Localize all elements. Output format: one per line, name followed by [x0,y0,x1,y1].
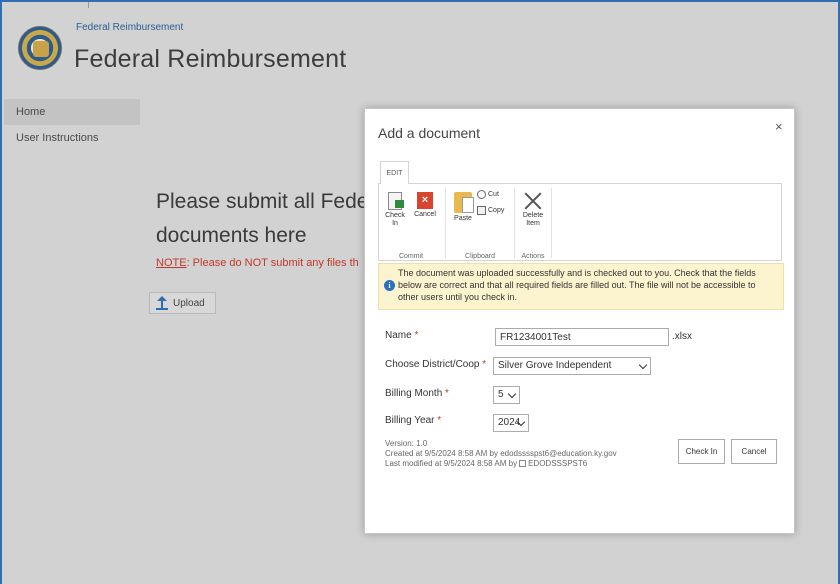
billing-month-select[interactable]: 5 [493,386,520,404]
ribbon-separator [514,188,515,258]
note-label: NOTE [156,257,187,269]
scissors-icon [477,190,486,199]
delete-item-ribbon-button[interactable]: Delete Item [520,192,546,228]
ribbon-separator [551,188,552,258]
ribbon-group-actions: Delete Item Actions [516,184,550,262]
check-in-icon [388,192,404,210]
status-info-bar: i The document was uploaded successfully… [378,263,784,310]
cancel-icon: × [417,192,433,209]
check-in-ribbon-button[interactable]: Check In [383,192,407,228]
billing-year-select[interactable]: 2024 [493,414,529,432]
chevron-down-icon [638,360,648,370]
upload-button[interactable]: Upload [149,292,216,314]
nav-item-user-instructions[interactable]: User Instructions [4,125,140,151]
copy-icon [477,206,486,215]
ribbon-group-label-commit: Commit [398,253,424,260]
chevron-down-icon [507,389,517,399]
name-label: Name * [385,330,419,341]
site-breadcrumb[interactable]: Federal Reimbursement [76,22,183,33]
paste-ribbon-button[interactable]: Paste [451,192,475,223]
info-message: The document was uploaded successfully a… [398,268,756,302]
district-select[interactable]: Silver Grove Independent [493,357,651,375]
delete-label-2: Item [526,220,540,227]
check-in-label-1: Check [385,212,405,219]
billing-month-value: 5 [498,389,504,400]
billing-month-label: Billing Month * [385,388,449,399]
ribbon: Check In × Cancel Commit Paste Cut Copy [378,183,782,261]
ribbon-group-label-clipboard: Clipboard [465,253,495,260]
note-text: NOTE: Please do NOT submit any files th [156,257,366,269]
paste-icon [454,192,474,213]
cancel-ribbon-label: Cancel [414,211,436,218]
info-icon: i [384,280,395,291]
name-input[interactable] [495,328,669,346]
ribbon-tab-edit[interactable]: EDIT [380,161,409,184]
modified-user-link[interactable]: EDODSSSPST6 [528,459,587,468]
created-text: Created at 9/5/2024 8:58 AM by edodssssp… [385,449,617,458]
page-heading-line2: documents here [156,224,307,247]
site-logo-icon[interactable] [18,26,62,70]
check-in-button[interactable]: Check In [678,439,725,464]
cut-ribbon-button[interactable]: Cut [477,190,499,199]
add-document-dialog: Add a document × EDIT Check In × Cancel … [364,108,795,534]
ribbon-group-label-actions: Actions [521,253,545,260]
paste-label: Paste [454,215,472,222]
page-heading-line1: Please submit all Fede [156,190,368,213]
document-metadata: Version: 1.0 Created at 9/5/2024 8:58 AM… [385,439,617,469]
ribbon-group-clipboard: Paste Cut Copy Clipboard [447,184,513,262]
cancel-button[interactable]: Cancel [731,439,777,464]
file-extension: .xlsx [672,331,692,342]
district-selected-value: Silver Grove Independent [498,360,612,371]
nav-item-home[interactable]: Home [4,99,140,125]
cut-label: Cut [488,191,499,198]
upload-arrow-icon [156,296,168,310]
cancel-ribbon-button[interactable]: × Cancel [411,192,439,219]
copy-label: Copy [488,207,505,214]
delete-x-icon [524,192,542,210]
site-title: Federal Reimbursement [74,45,347,73]
delete-label-1: Delete [522,212,544,219]
copy-ribbon-button[interactable]: Copy [477,206,504,215]
check-in-label-2: In [392,220,398,227]
billing-year-label: Billing Year * [385,415,442,426]
close-icon[interactable]: × [775,119,783,134]
topbar-divider [88,2,89,8]
modified-text: Last modified at 9/5/2024 8:58 AM by EDOD… [385,459,588,468]
presence-checkbox-icon [519,460,527,468]
district-label: Choose District/Coop * [385,359,487,370]
version-text: Version: 1.0 [385,439,428,448]
ribbon-separator [445,188,446,258]
page-heading: Please submit all Fede documents here [156,185,368,257]
upload-label: Upload [173,297,205,309]
left-nav: Home User Instructions [4,99,140,151]
note-body: : Please do NOT submit any files th [186,257,359,269]
dialog-title: Add a document [378,125,480,141]
ribbon-group-commit: Check In × Cancel Commit [379,184,443,262]
